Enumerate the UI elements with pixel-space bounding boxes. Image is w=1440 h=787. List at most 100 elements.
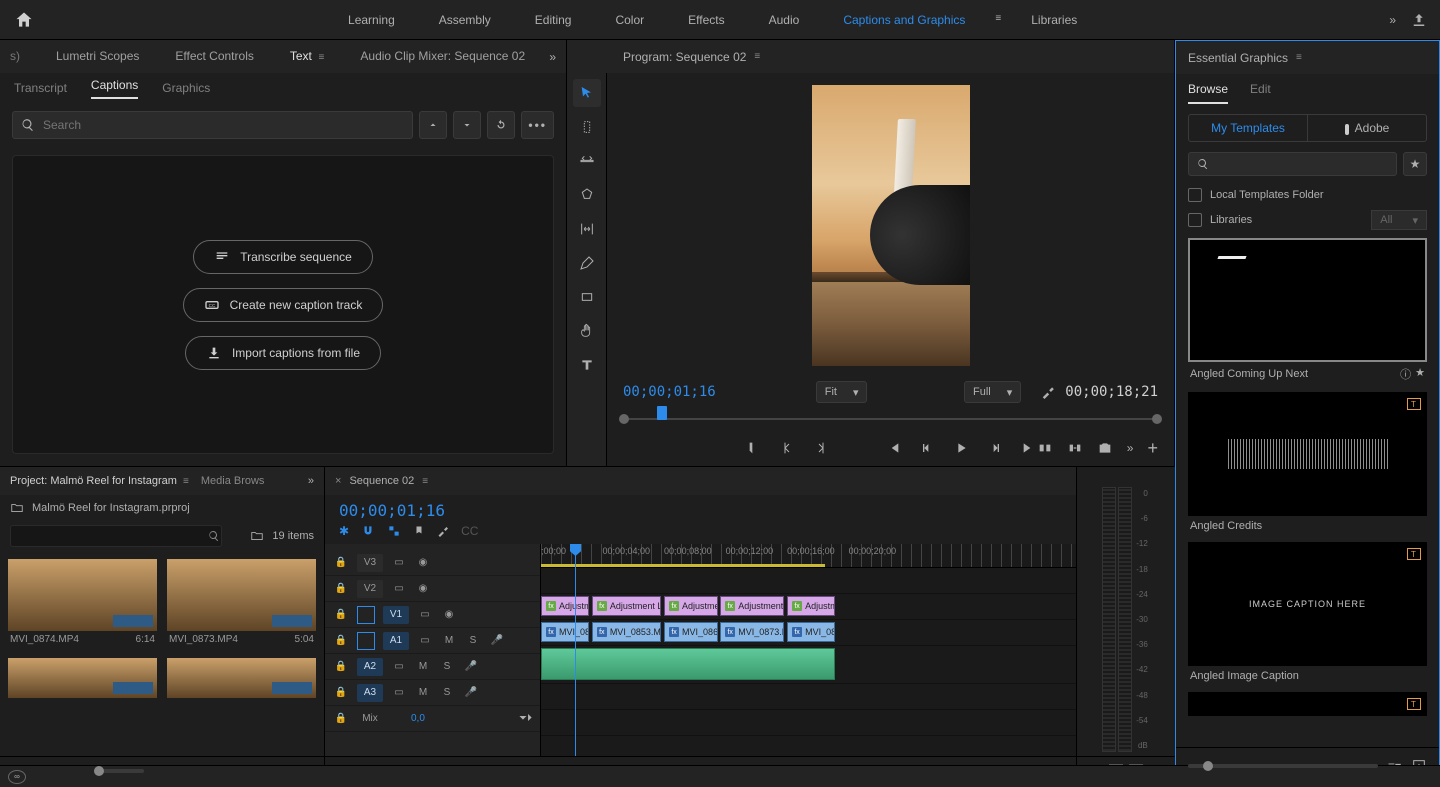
- panel-tab-lumetri-scopes[interactable]: Lumetri Scopes: [38, 40, 157, 73]
- cc-toggle-icon[interactable]: CC: [461, 524, 478, 538]
- transcribe-sequence-button[interactable]: Transcribe sequence: [193, 240, 373, 274]
- template-item[interactable]: Angled Coming Up Nextⓘ★: [1188, 238, 1427, 386]
- track-a2[interactable]: A2: [357, 658, 383, 676]
- panel-tab-audio-clip-mixer[interactable]: Audio Clip Mixer: Sequence 02: [342, 40, 543, 73]
- project-search-input[interactable]: [10, 525, 222, 547]
- solo-icon[interactable]: S: [439, 661, 455, 672]
- essential-graphics-menu-icon[interactable]: ≡: [1296, 52, 1302, 63]
- track-a3[interactable]: A3: [357, 684, 383, 702]
- lock-icon[interactable]: 🔒: [333, 583, 349, 594]
- tool-distribute[interactable]: [573, 215, 601, 243]
- eg-search-input[interactable]: [1188, 152, 1397, 176]
- linked-sel-icon[interactable]: [387, 524, 401, 538]
- eg-my-templates-button[interactable]: My Templates: [1189, 115, 1307, 141]
- project-tab[interactable]: Project: Malmö Reel for Instagram ≡: [10, 475, 189, 487]
- workspace-assembly[interactable]: Assembly: [417, 3, 513, 37]
- eg-adobe-stock-button[interactable]: Adobe: [1307, 115, 1426, 141]
- mark-open-icon[interactable]: [779, 440, 795, 456]
- create-caption-track-button[interactable]: CC Create new caption track: [183, 288, 384, 322]
- libraries-checkbox[interactable]: [1188, 213, 1202, 227]
- tool-type[interactable]: [573, 351, 601, 379]
- workspace-effects[interactable]: Effects: [666, 3, 746, 37]
- thumb-size-slider[interactable]: [94, 769, 144, 773]
- caption-next-button[interactable]: [453, 111, 481, 139]
- media-browser-tab[interactable]: Media Brows: [201, 475, 265, 487]
- program-viewer[interactable]: [607, 73, 1174, 378]
- timeline-playhead[interactable]: [575, 544, 576, 756]
- eg-thumbnail-size-slider[interactable]: [1188, 764, 1378, 768]
- eg-favorites-button[interactable]: ★: [1403, 152, 1427, 176]
- program-scrubber[interactable]: [623, 408, 1158, 432]
- panel-tab-text[interactable]: Text ≡: [272, 40, 343, 74]
- tool-hand[interactable]: [573, 317, 601, 345]
- workspace-audio[interactable]: Audio: [747, 3, 822, 37]
- captions-search-input[interactable]: [12, 111, 413, 139]
- track-a1[interactable]: A1: [383, 632, 409, 650]
- clip-item[interactable]: [8, 658, 157, 698]
- tool-rectangle[interactable]: [573, 283, 601, 311]
- panel-overflow-icon[interactable]: »: [549, 50, 556, 64]
- caption-more-button[interactable]: •••: [521, 111, 554, 139]
- panel-tab-truncated[interactable]: s): [10, 40, 38, 73]
- subtab-graphics[interactable]: Graphics: [162, 81, 210, 95]
- eye-icon[interactable]: ◉: [441, 609, 457, 620]
- mute-icon[interactable]: M: [415, 687, 431, 698]
- export-frame-icon[interactable]: [1097, 440, 1113, 456]
- eg-tab-edit[interactable]: Edit: [1250, 82, 1271, 104]
- lock-icon[interactable]: 🔒: [333, 713, 349, 724]
- workspace-menu-icon[interactable]: ≡: [987, 3, 1009, 37]
- tool-polygon[interactable]: [573, 181, 601, 209]
- track-toggle-icon[interactable]: ▭: [391, 583, 407, 594]
- track-toggle-icon[interactable]: ▭: [417, 609, 433, 620]
- timeline-tracks[interactable]: ;00;00 00;00;04;00 00;00;08;00 00;00;12;…: [541, 544, 1076, 756]
- workspace-color[interactable]: Color: [593, 3, 666, 37]
- track-toggle-icon[interactable]: ▭: [417, 635, 433, 646]
- lock-icon[interactable]: 🔒: [333, 557, 349, 568]
- template-item[interactable]: T: [1188, 692, 1427, 716]
- subtab-transcript[interactable]: Transcript: [14, 81, 67, 95]
- track-toggle-icon[interactable]: ▭: [391, 661, 407, 672]
- solo-icon[interactable]: S: [465, 635, 481, 646]
- track-toggle-icon[interactable]: ▭: [391, 687, 407, 698]
- playhead-handle[interactable]: [657, 406, 667, 420]
- tool-align[interactable]: [573, 147, 601, 175]
- track-mix[interactable]: Mix: [357, 710, 383, 728]
- solo-icon[interactable]: S: [439, 687, 455, 698]
- program-menu-icon[interactable]: ≡: [754, 51, 760, 62]
- mix-collapse-icon[interactable]: ⏷⏵: [519, 713, 532, 724]
- star-icon[interactable]: ★: [1415, 366, 1425, 382]
- creative-cloud-icon[interactable]: ∞: [8, 770, 26, 784]
- track-v2[interactable]: V2: [357, 580, 383, 598]
- play-icon[interactable]: [953, 440, 969, 456]
- import-captions-button[interactable]: Import captions from file: [185, 336, 381, 370]
- mic-icon[interactable]: 🎤: [489, 635, 505, 646]
- snap-icon[interactable]: ✱: [339, 524, 349, 538]
- workspace-learning[interactable]: Learning: [326, 3, 417, 37]
- step-fwd-icon[interactable]: [987, 440, 1003, 456]
- wrench-icon[interactable]: [1041, 385, 1055, 399]
- local-templates-checkbox[interactable]: [1188, 188, 1202, 202]
- lock-icon[interactable]: 🔒: [333, 661, 349, 672]
- add-button-icon[interactable]: +: [1147, 438, 1158, 459]
- lock-icon[interactable]: 🔒: [333, 609, 349, 620]
- lock-icon[interactable]: 🔒: [333, 687, 349, 698]
- mark-in-icon[interactable]: [745, 440, 761, 456]
- magnet-icon[interactable]: [361, 524, 375, 538]
- extract-icon[interactable]: [1067, 440, 1083, 456]
- lift-icon[interactable]: [1037, 440, 1053, 456]
- eg-tab-browse[interactable]: Browse: [1188, 82, 1228, 104]
- template-item[interactable]: TIMAGE CAPTION HERE Angled Image Caption: [1188, 542, 1427, 686]
- eye-icon[interactable]: ◉: [415, 557, 431, 568]
- tool-selection[interactable]: [573, 79, 601, 107]
- panel-tab-effect-controls[interactable]: Effect Controls: [157, 40, 271, 73]
- tool-pen[interactable]: [573, 249, 601, 277]
- clip-item[interactable]: MVI_0873.MP45:04: [167, 559, 316, 648]
- sequence-menu-icon[interactable]: ≡: [422, 476, 428, 487]
- caption-prev-button[interactable]: [419, 111, 447, 139]
- zoom-fit-combo[interactable]: Fit▾: [816, 381, 868, 403]
- eye-icon[interactable]: ◉: [415, 583, 431, 594]
- track-v3[interactable]: V3: [357, 554, 383, 572]
- workspace-editing[interactable]: Editing: [513, 3, 594, 37]
- clip-item[interactable]: MVI_0874.MP46:14: [8, 559, 157, 648]
- timecode-in[interactable]: 00;00;01;16: [623, 384, 716, 400]
